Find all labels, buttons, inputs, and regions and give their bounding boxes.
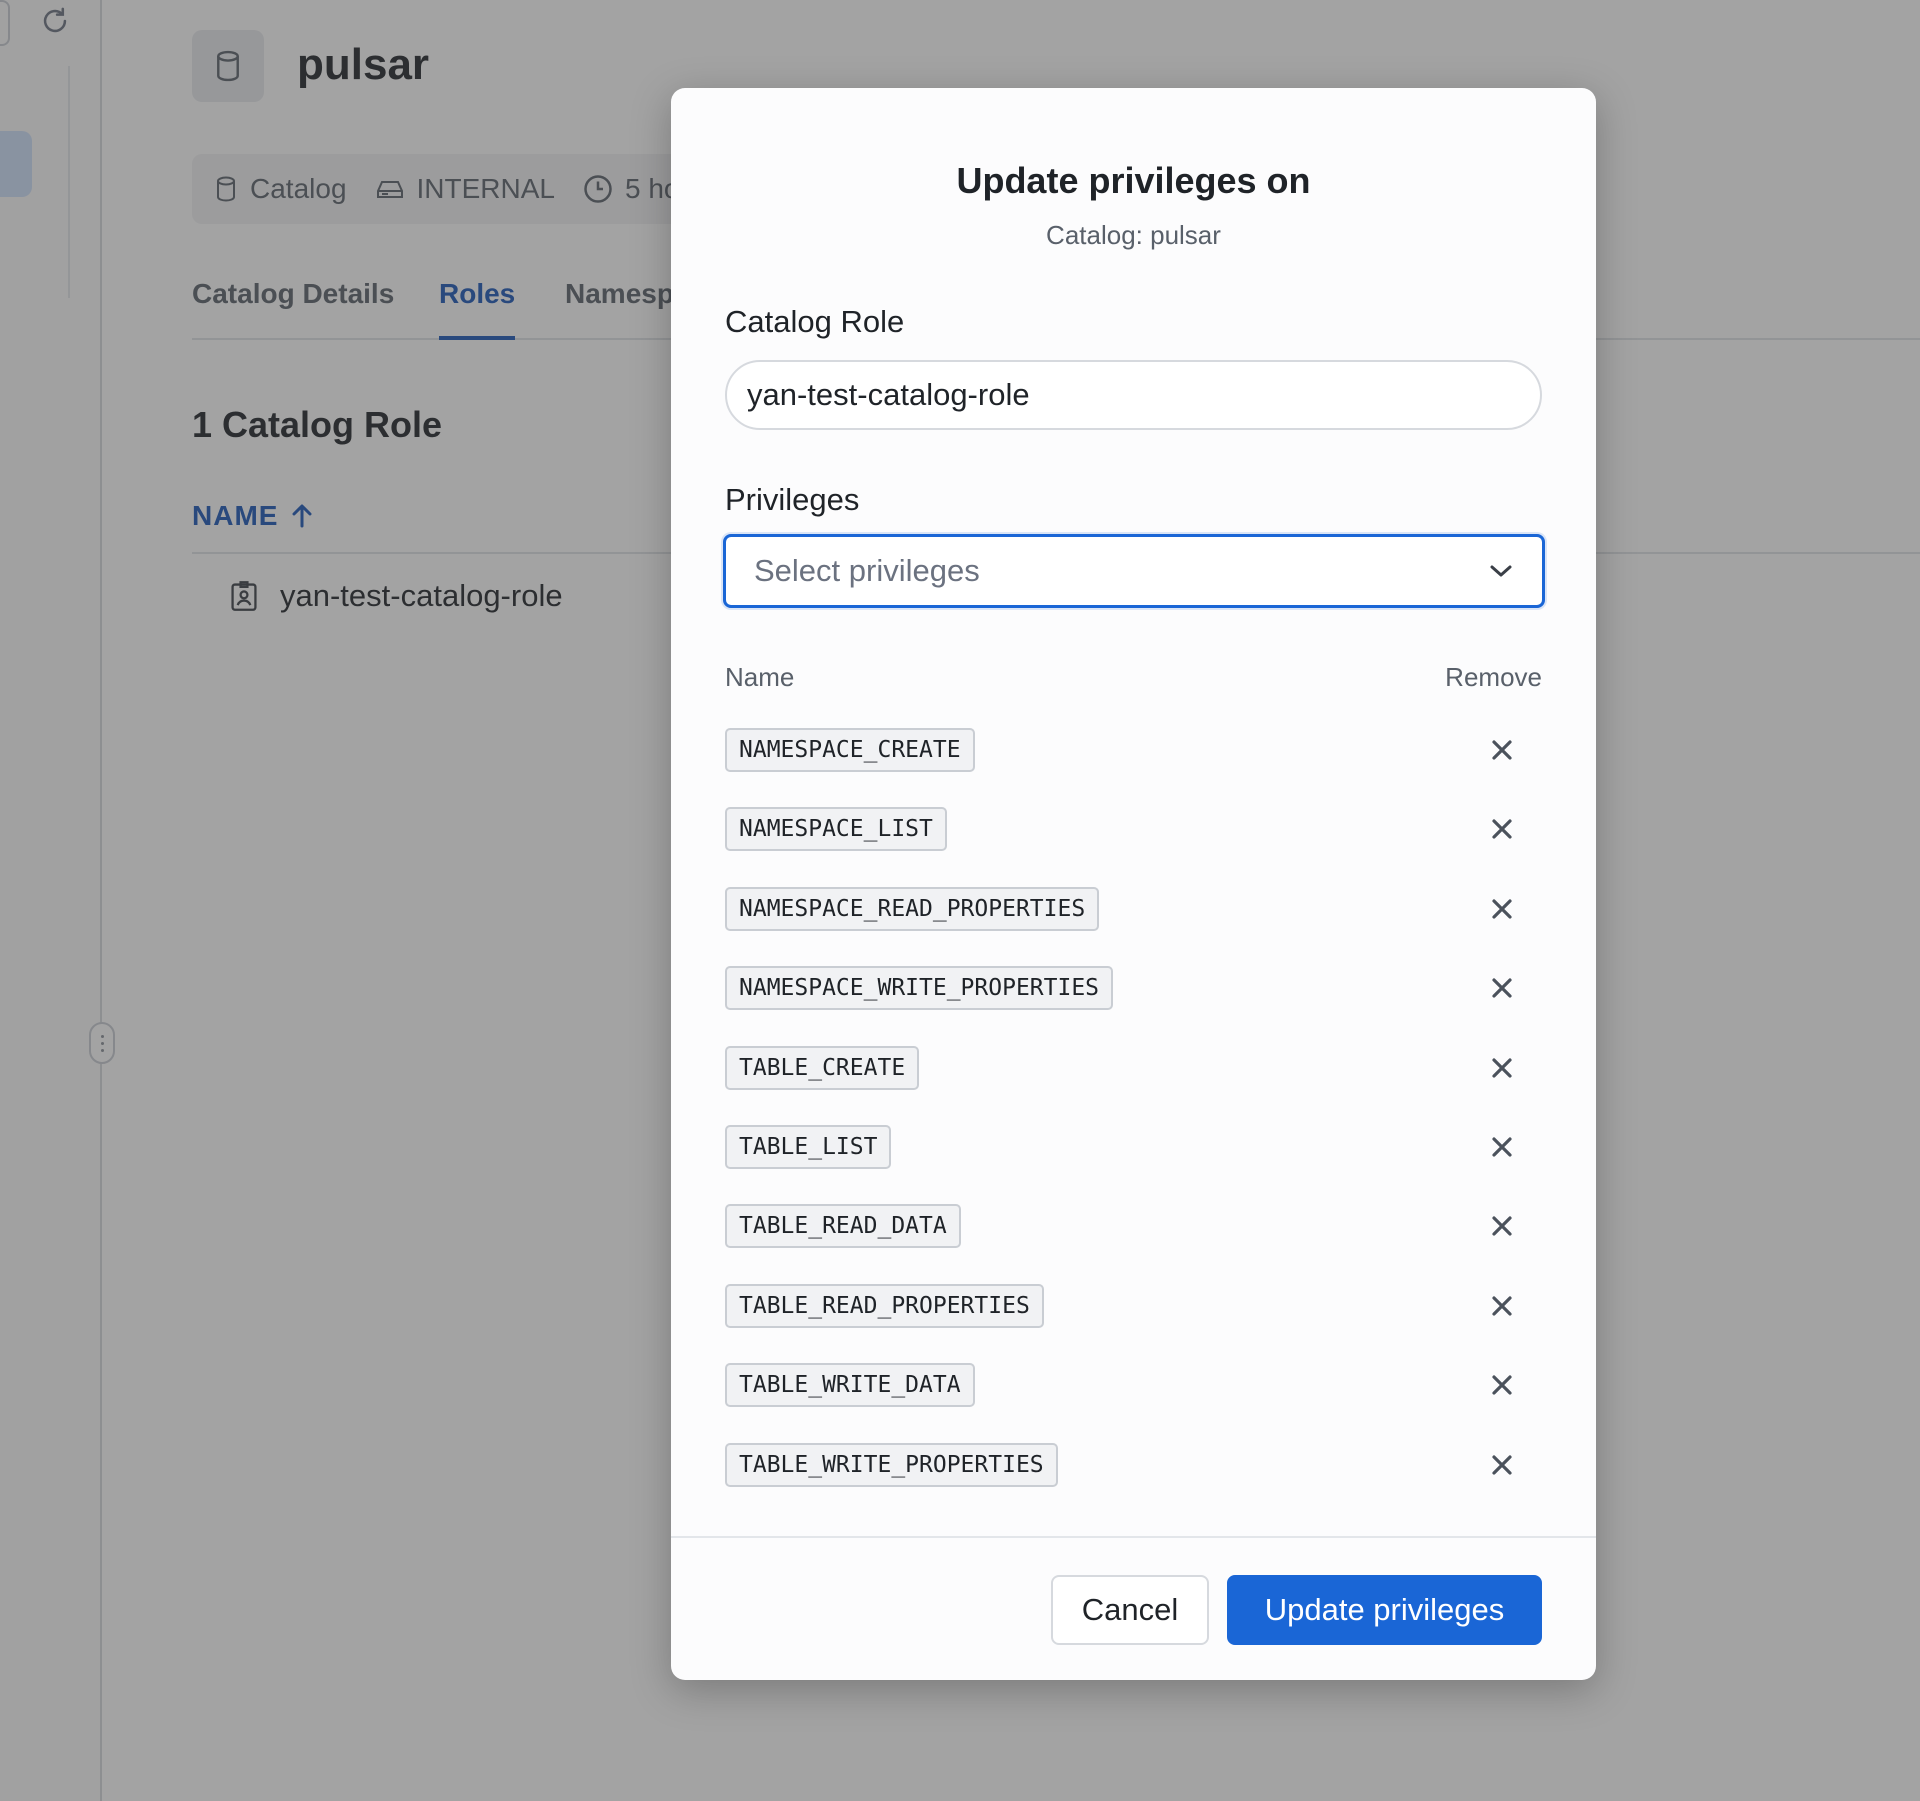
- privilege-row: TABLE_WRITE_DATA: [725, 1363, 1542, 1415]
- close-icon: [1492, 740, 1512, 760]
- privileges-label: Privileges: [725, 482, 860, 517]
- privilege-chip: TABLE_READ_DATA: [725, 1204, 961, 1248]
- close-icon: [1492, 1216, 1512, 1236]
- privilege-chip: NAMESPACE_LIST: [725, 807, 947, 851]
- privilege-row: TABLE_LIST: [725, 1125, 1542, 1177]
- catalog-role-input[interactable]: [725, 360, 1542, 430]
- list-header-remove: Remove: [1445, 662, 1542, 692]
- close-icon: [1492, 978, 1512, 998]
- privilege-chip: TABLE_READ_PROPERTIES: [725, 1284, 1044, 1328]
- privilege-row: TABLE_WRITE_PROPERTIES: [725, 1443, 1542, 1495]
- privilege-row: NAMESPACE_LIST: [725, 807, 1542, 859]
- remove-privilege-button[interactable]: [1486, 893, 1518, 925]
- privileges-select[interactable]: Select privileges: [723, 534, 1545, 608]
- privilege-chip: NAMESPACE_READ_PROPERTIES: [725, 887, 1100, 931]
- privileges-placeholder: Select privileges: [754, 553, 980, 588]
- privilege-row: TABLE_READ_PROPERTIES: [725, 1284, 1542, 1336]
- privilege-row: NAMESPACE_READ_PROPERTIES: [725, 887, 1542, 939]
- remove-privilege-button[interactable]: [1486, 1210, 1518, 1242]
- privilege-chip: TABLE_CREATE: [725, 1046, 920, 1090]
- catalog-role-label: Catalog Role: [725, 304, 905, 339]
- close-icon: [1492, 819, 1512, 839]
- remove-privilege-button[interactable]: [1486, 1369, 1518, 1401]
- privilege-row: TABLE_READ_DATA: [725, 1204, 1542, 1256]
- privilege-chip: NAMESPACE_CREATE: [725, 728, 975, 772]
- close-icon: [1492, 1455, 1512, 1475]
- cancel-button[interactable]: Cancel: [1051, 1575, 1209, 1645]
- close-icon: [1492, 1296, 1512, 1316]
- privilege-row: TABLE_CREATE: [725, 1046, 1542, 1098]
- remove-privilege-button[interactable]: [1486, 1052, 1518, 1084]
- privilege-row: NAMESPACE_WRITE_PROPERTIES: [725, 966, 1542, 1018]
- remove-privilege-button[interactable]: [1486, 813, 1518, 845]
- privilege-chip: TABLE_WRITE_DATA: [725, 1363, 975, 1407]
- update-privileges-dialog: Update privileges on Catalog: pulsar Cat…: [671, 88, 1596, 1680]
- close-icon: [1492, 1137, 1512, 1157]
- dialog-subtitle: Catalog: pulsar: [1046, 220, 1221, 250]
- privilege-chip: NAMESPACE_WRITE_PROPERTIES: [725, 966, 1114, 1010]
- remove-privilege-button[interactable]: [1486, 1131, 1518, 1163]
- remove-privilege-button[interactable]: [1486, 734, 1518, 766]
- chevron-down-icon: [1490, 565, 1512, 577]
- close-icon: [1492, 899, 1512, 919]
- update-privileges-button[interactable]: Update privileges: [1227, 1575, 1542, 1645]
- remove-privilege-button[interactable]: [1486, 972, 1518, 1004]
- privilege-row: NAMESPACE_CREATE: [725, 728, 1542, 780]
- remove-privilege-button[interactable]: [1486, 1449, 1518, 1481]
- remove-privilege-button[interactable]: [1486, 1290, 1518, 1322]
- privilege-chip: TABLE_LIST: [725, 1125, 892, 1169]
- privilege-chip: TABLE_WRITE_PROPERTIES: [725, 1443, 1058, 1487]
- close-icon: [1492, 1375, 1512, 1395]
- list-header-name: Name: [725, 662, 795, 692]
- dialog-title: Update privileges on: [956, 160, 1311, 201]
- dialog-footer-divider: [671, 1536, 1596, 1538]
- close-icon: [1492, 1058, 1512, 1078]
- privileges-list-header: Name Remove: [725, 662, 1542, 702]
